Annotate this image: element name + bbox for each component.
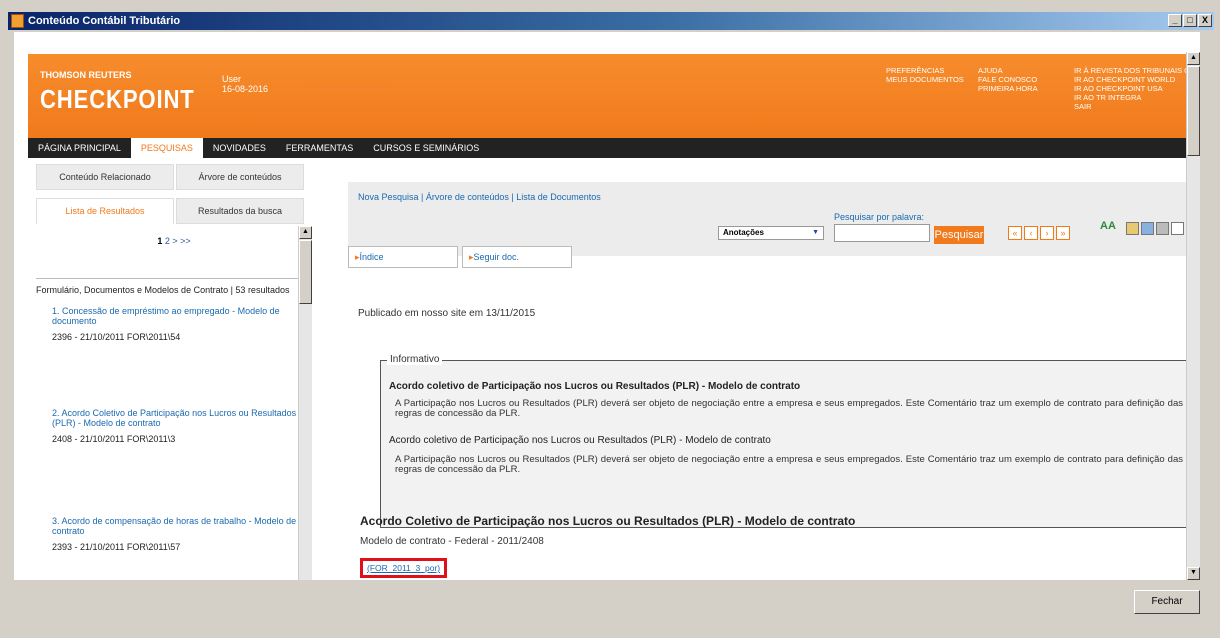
nav-ferramentas[interactable]: FERRAMENTAS bbox=[276, 138, 363, 158]
print-icon[interactable] bbox=[1156, 222, 1169, 235]
copy-icon[interactable] bbox=[1141, 222, 1154, 235]
link-checkpoint-world[interactable]: IR AO CHECKPOINT WORLD bbox=[1074, 75, 1200, 84]
results-pane: 1 2 > >> Formulário, Documentos e Modelo… bbox=[36, 226, 312, 580]
doc-toolbar: Nova Pesquisa | Árvore de conteúdos | Li… bbox=[348, 182, 1194, 256]
link-checkpoint-usa[interactable]: IR AO CHECKPOINT USA bbox=[1074, 84, 1200, 93]
nav-cursos[interactable]: CURSOS E SEMINÁRIOS bbox=[363, 138, 489, 158]
minimize-button[interactable]: _ bbox=[1168, 14, 1182, 27]
header-links-a: PREFERÊNCIAS MEUS DOCUMENTOS bbox=[886, 66, 964, 84]
link-ajuda[interactable]: AJUDA bbox=[978, 66, 1038, 75]
scroll-thumb[interactable] bbox=[299, 240, 312, 304]
site-header: THOMSON REUTERS CHECKPOINT User 16-08-20… bbox=[28, 54, 1200, 138]
result-link[interactable]: 3. Acordo de compensação de horas de tra… bbox=[52, 516, 312, 536]
tab-lista-resultados[interactable]: Lista de Resultados bbox=[36, 198, 174, 224]
font-size-icon[interactable]: AA bbox=[1100, 220, 1116, 232]
email-icon[interactable] bbox=[1171, 222, 1184, 235]
last-page-button[interactable]: » bbox=[1056, 226, 1070, 240]
indice-button[interactable]: ▸Índice bbox=[348, 246, 458, 268]
annotations-value: Anotações bbox=[723, 228, 764, 237]
result-meta: 2396 - 21/10/2011 FOR\2011\54 bbox=[52, 332, 181, 342]
user-label: User bbox=[222, 74, 242, 84]
link-sair[interactable]: SAIR bbox=[1074, 102, 1200, 111]
list-item: 3. Acordo de compensação de horas de tra… bbox=[52, 516, 312, 552]
maximize-button[interactable]: □ bbox=[1183, 14, 1197, 27]
informativo-label: Informativo bbox=[387, 354, 443, 365]
result-link[interactable]: 2. Acordo Coletivo de Participação nos L… bbox=[52, 408, 312, 428]
nav-pagina-principal[interactable]: PÁGINA PRINCIPAL bbox=[28, 138, 131, 158]
seguir-doc-button[interactable]: ▸Seguir doc. bbox=[462, 246, 572, 268]
annotations-select[interactable]: Anotações ▼ bbox=[718, 226, 824, 240]
document-subtitle: Modelo de contrato - Federal - 2011/2408 bbox=[360, 536, 544, 547]
brand-logo[interactable]: CHECKPOINT bbox=[40, 84, 195, 115]
tab-arvore-conteudos[interactable]: Árvore de conteúdos bbox=[176, 164, 304, 190]
app-icon bbox=[11, 14, 24, 28]
informativo-text-2: A Participação nos Lucros ou Resultados … bbox=[395, 454, 1183, 475]
link-revista-tribunais[interactable]: IR À REVISTA DOS TRIBUNAIS ONL bbox=[1074, 66, 1200, 75]
link-tr-integra[interactable]: IR AO TR INTEGRA bbox=[1074, 93, 1200, 102]
app-window: Conteúdo Contábil Tributário _ □ X THOMS… bbox=[0, 0, 1220, 638]
title-bar: Conteúdo Contábil Tributário _ □ X bbox=[8, 12, 1214, 30]
results-header: Formulário, Documentos e Modelos de Cont… bbox=[36, 278, 312, 295]
list-item: 2. Acordo Coletivo de Participação nos L… bbox=[52, 408, 312, 444]
indice-label: Índice bbox=[359, 252, 384, 262]
tab-conteudo-relacionado[interactable]: Conteúdo Relacionado bbox=[36, 164, 174, 190]
search-button[interactable]: Pesquisar bbox=[934, 226, 984, 244]
link-preferencias[interactable]: PREFERÊNCIAS bbox=[886, 66, 964, 75]
main-nav: PÁGINA PRINCIPAL PESQUISAS NOVIDADES FER… bbox=[28, 138, 1198, 158]
first-page-button[interactable]: « bbox=[1008, 226, 1022, 240]
result-meta: 2393 - 21/10/2011 FOR\2011\57 bbox=[52, 542, 181, 552]
left-scrollbar[interactable]: ▲ bbox=[298, 226, 312, 580]
pager[interactable]: 1 2 > >> bbox=[36, 236, 312, 246]
fechar-button[interactable]: Fechar bbox=[1134, 590, 1200, 614]
tab-resultados-busca[interactable]: Resultados da busca bbox=[176, 198, 304, 224]
browser-content: THOMSON REUTERS CHECKPOINT User 16-08-20… bbox=[14, 32, 1200, 580]
nav-pesquisas[interactable]: PESQUISAS bbox=[130, 138, 203, 158]
result-meta: 2408 - 21/10/2011 FOR\2011\3 bbox=[52, 434, 176, 444]
scroll-down-icon[interactable]: ▼ bbox=[1187, 567, 1200, 580]
informativo-title: Acordo coletivo de Participação nos Lucr… bbox=[389, 381, 801, 392]
folder-icon[interactable] bbox=[1126, 222, 1139, 235]
link-fale-conosco[interactable]: FALE CONOSCO bbox=[978, 75, 1038, 84]
close-window-button[interactable]: X bbox=[1198, 14, 1212, 27]
informativo-text-1: A Participação nos Lucros ou Resultados … bbox=[395, 398, 1183, 419]
list-item: 1. Concessão de empréstimo ao empregado … bbox=[52, 306, 312, 342]
seguir-doc-label: Seguir doc. bbox=[473, 252, 520, 262]
pager-rest[interactable]: 2 > >> bbox=[165, 236, 191, 246]
informativo-box: Informativo Acordo coletivo de Participa… bbox=[380, 354, 1192, 528]
prev-page-button[interactable]: ‹ bbox=[1024, 226, 1038, 240]
document-title: Acordo Coletivo de Participação nos Lucr… bbox=[360, 514, 856, 528]
search-label: Pesquisar por palavra: bbox=[834, 212, 925, 222]
document-file-link[interactable]: (FOR_2011_3_por) bbox=[360, 558, 448, 578]
header-links-b: AJUDA FALE CONOSCO PRIMEIRA HORA bbox=[978, 66, 1038, 93]
user-date: 16-08-2016 bbox=[222, 84, 269, 94]
brand-top: THOMSON REUTERS bbox=[40, 70, 132, 80]
next-page-button[interactable]: › bbox=[1040, 226, 1054, 240]
header-links-c: IR À REVISTA DOS TRIBUNAIS ONL IR AO CHE… bbox=[1074, 66, 1200, 111]
search-input[interactable] bbox=[834, 224, 930, 242]
link-primeira-hora[interactable]: PRIMEIRA HORA bbox=[978, 84, 1038, 93]
toolbar-links[interactable]: Nova Pesquisa | Árvore de conteúdos | Li… bbox=[358, 192, 601, 202]
published-date: Publicado em nosso site em 13/11/2015 bbox=[358, 308, 536, 319]
informativo-subtitle: Acordo coletivo de Participação nos Lucr… bbox=[389, 435, 771, 446]
user-info: User 16-08-2016 bbox=[222, 74, 268, 94]
chevron-down-icon: ▼ bbox=[812, 229, 819, 236]
scroll-thumb[interactable] bbox=[1187, 66, 1200, 156]
nav-novidades[interactable]: NOVIDADES bbox=[203, 138, 276, 158]
scroll-up-icon[interactable]: ▲ bbox=[1187, 52, 1200, 65]
pager-current: 1 bbox=[157, 236, 163, 246]
main-scrollbar[interactable]: ▲ ▼ bbox=[1186, 52, 1200, 580]
redacted-area bbox=[310, 84, 386, 94]
scroll-up-icon[interactable]: ▲ bbox=[299, 226, 312, 239]
link-meus-documentos[interactable]: MEUS DOCUMENTOS bbox=[886, 75, 964, 84]
window-title: Conteúdo Contábil Tributário bbox=[28, 15, 181, 27]
result-link[interactable]: 1. Concessão de empréstimo ao empregado … bbox=[52, 306, 312, 326]
